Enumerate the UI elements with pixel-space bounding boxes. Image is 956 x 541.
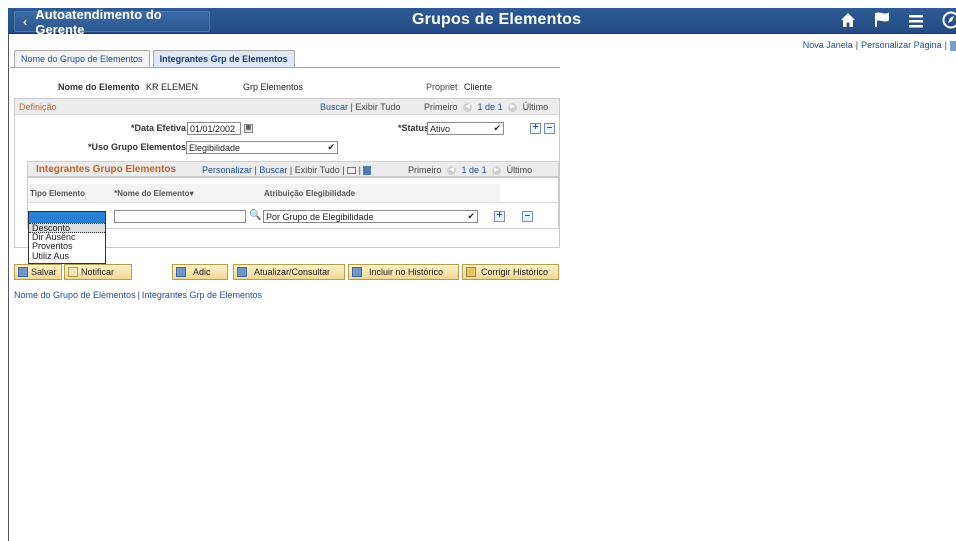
owner-label: Propriet	[426, 82, 458, 92]
grid-find-link[interactable]: Buscar	[259, 165, 287, 175]
use-group-value: Elegibilidade	[189, 143, 241, 153]
grid-delete-row-button[interactable]: –	[522, 211, 533, 222]
grid-add-row-button[interactable]: +	[494, 211, 505, 222]
flag-icon[interactable]	[874, 12, 890, 33]
definition-find-link[interactable]: Buscar	[320, 102, 348, 112]
update-display-button[interactable]: Atualizar/Consultar	[233, 264, 345, 280]
grid-range: 1 de 1	[461, 165, 487, 175]
next-icon[interactable]: ▶	[508, 103, 518, 113]
status-label: *Status	[398, 123, 430, 133]
bottom-link-group-members[interactable]: Integrantes Grp de Elementos	[142, 290, 262, 300]
chevron-down-icon: ✔	[493, 123, 501, 133]
grid-personalize-link[interactable]: Personalizar	[202, 165, 252, 175]
col-element-type[interactable]: Tipo Elemento	[30, 189, 85, 198]
grid-divider	[28, 202, 558, 203]
definition-view-all[interactable]: Exibir Tudo	[355, 102, 400, 112]
new-window-link[interactable]: Nova Janela	[803, 40, 853, 50]
col-element-name[interactable]: *Nome do Elemento▾	[114, 189, 194, 198]
eligibility-select[interactable]: Por Grupo de Elegibilidade ✔	[263, 210, 478, 223]
save-button[interactable]: Salvar	[14, 264, 62, 280]
delete-row-button[interactable]: –	[544, 123, 555, 134]
next-icon[interactable]: ▶	[492, 166, 502, 176]
use-group-select[interactable]: Elegibilidade ✔	[186, 141, 338, 154]
navbar-icon[interactable]	[942, 11, 956, 34]
grid-view-all[interactable]: Exibir Tudo	[295, 165, 340, 175]
add-button[interactable]: Adic	[172, 264, 228, 280]
members-grid: Integrantes Grupo Elementos Personalizar…	[27, 161, 559, 229]
element-type-selected[interactable]	[29, 212, 105, 223]
effdt-input[interactable]: 01/01/2002	[187, 122, 241, 135]
add-icon	[176, 267, 186, 277]
top-links: Nova Janela | Personalizar Página |	[803, 40, 956, 51]
definition-header: Definição Buscar | Exibir Tudo Primeiro …	[15, 99, 559, 115]
use-group-label: *Uso Grupo Elementos	[88, 142, 187, 152]
home-icon[interactable]	[840, 12, 856, 33]
chevron-down-icon: ✔	[467, 211, 475, 221]
update-icon	[237, 267, 247, 277]
status-select[interactable]: Ativo ✔	[427, 122, 504, 135]
owner-field: Propriet Cliente	[426, 82, 492, 92]
dropdown-option[interactable]: Utiliz Aus	[29, 251, 105, 262]
group-label: Grp Elementos	[243, 82, 304, 92]
zoom-icon[interactable]	[347, 167, 357, 175]
grid-first-label: Primeiro	[408, 165, 442, 175]
chevron-down-icon: ✔	[327, 142, 335, 152]
tab-bar: Nome do Grupo de Elementos Integrantes G…	[14, 50, 295, 67]
eligibility-value: Por Grupo de Elegibilidade	[266, 212, 374, 222]
tab-group-members[interactable]: Integrantes Grp de Elementos	[152, 50, 295, 67]
definition-last-label: Último	[522, 102, 549, 112]
back-button[interactable]: ‹ Autoatendimento do Gerente	[14, 7, 210, 37]
include-history-button[interactable]: Incluir no Histórico	[348, 264, 459, 280]
notify-button[interactable]: Notificar	[64, 264, 132, 280]
menu-icon[interactable]	[908, 12, 924, 33]
page-title: Grupos de Elementos	[412, 11, 582, 28]
owner-value: Cliente	[464, 82, 493, 92]
correct-history-icon	[466, 267, 476, 277]
element-name-field: Nome do Elemento KR ELEMEN	[58, 82, 198, 92]
tab-divider	[10, 67, 560, 68]
calendar-icon[interactable]: ▦	[244, 124, 253, 133]
correct-history-button[interactable]: Corrigir Histórico	[462, 264, 559, 280]
grid-last-label: Último	[506, 165, 533, 175]
members-grid-title: Integrantes Grupo Elementos	[36, 164, 177, 175]
chevron-left-icon: ‹	[23, 14, 28, 29]
tab-group-name[interactable]: Nome do Grupo de Elementos	[14, 50, 150, 67]
personalize-page-link[interactable]: Personalizar Página	[861, 40, 942, 50]
col-eligibility[interactable]: Atribuição Elegibilidade	[264, 189, 355, 198]
banner-actions	[840, 11, 956, 34]
effdt-label: *Data Efetiva	[131, 123, 187, 133]
back-button-label: Autoatendimento do Gerente	[35, 6, 162, 37]
add-row-button[interactable]: +	[530, 123, 541, 134]
bottom-links: Nome do Grupo de Elementos | Integrantes G…	[14, 290, 262, 300]
definition-range: 1 de 1	[477, 102, 503, 112]
status-value: Ativo	[430, 124, 451, 134]
bottom-link-group-name[interactable]: Nome do Grupo de Elementos	[14, 290, 136, 300]
element-name-value: KR ELEMEN	[146, 82, 199, 92]
history-icon	[352, 267, 362, 277]
element-type-dropdown[interactable]: Desconto Dir Ausênc Proventos Utiliz Aus	[28, 211, 106, 264]
members-grid-header: Integrantes Grupo Elementos Personalizar…	[28, 162, 558, 178]
banner: ‹ Autoatendimento do Gerente Grupos de E…	[8, 7, 956, 37]
definition-title: Definição	[19, 102, 57, 112]
prev-icon[interactable]: ◀	[463, 103, 473, 113]
prev-icon[interactable]: ◀	[447, 166, 457, 176]
definition-first-label: Primeiro	[424, 102, 458, 112]
save-icon	[18, 267, 28, 277]
element-name-label: Nome do Elemento	[58, 82, 140, 92]
element-name-input[interactable]	[114, 210, 246, 223]
page-icon[interactable]	[950, 40, 956, 51]
effdt-value: 01/01/2002	[190, 124, 236, 134]
download-icon[interactable]	[363, 166, 372, 176]
search-icon[interactable]: 🔍	[249, 210, 261, 221]
notify-icon	[68, 267, 78, 277]
